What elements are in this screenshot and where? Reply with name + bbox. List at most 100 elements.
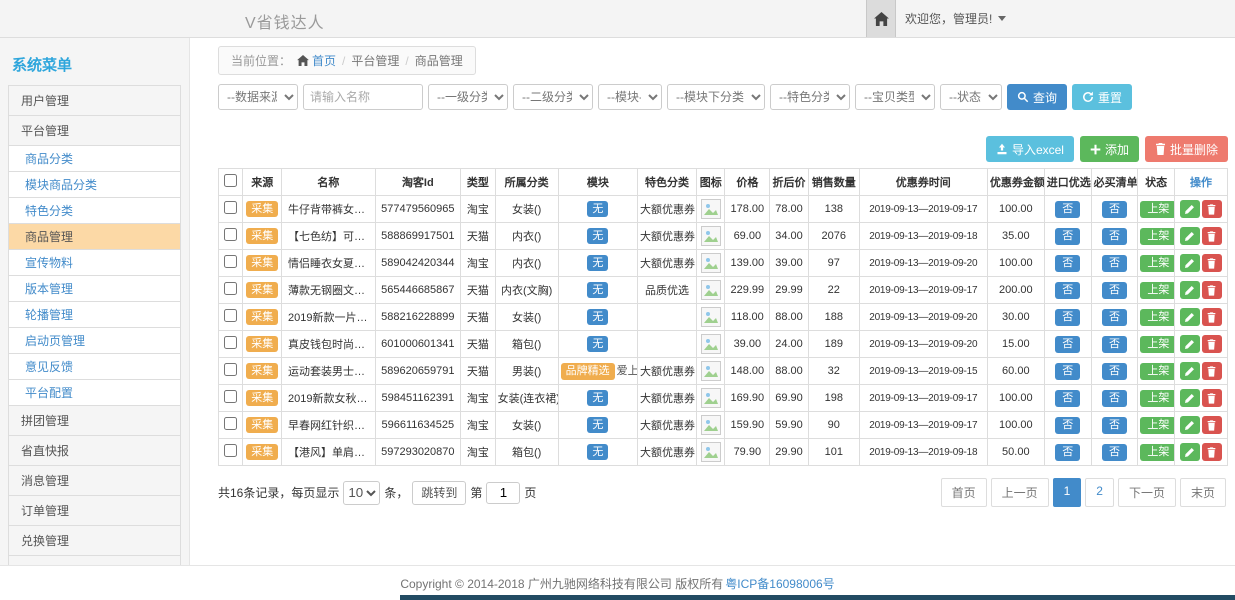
edit-button[interactable] xyxy=(1180,443,1200,461)
must-buy-toggle[interactable]: 否 xyxy=(1102,444,1127,461)
delete-button[interactable] xyxy=(1202,281,1222,299)
import-select-toggle[interactable]: 否 xyxy=(1055,390,1080,407)
delete-button[interactable] xyxy=(1202,308,1222,326)
import-select-toggle[interactable]: 否 xyxy=(1055,363,1080,380)
import-select-toggle[interactable]: 否 xyxy=(1055,228,1080,245)
status-button[interactable]: 上架 xyxy=(1140,282,1174,299)
status-button[interactable]: 上架 xyxy=(1140,309,1174,326)
status-button[interactable]: 上架 xyxy=(1140,417,1174,434)
home-button[interactable] xyxy=(866,0,896,37)
page-input[interactable] xyxy=(486,482,520,504)
data-source-select[interactable]: --数据来源-- xyxy=(218,84,298,110)
must-buy-toggle[interactable]: 否 xyxy=(1102,309,1127,326)
status-button[interactable]: 上架 xyxy=(1140,201,1174,218)
status-button[interactable]: 上架 xyxy=(1140,255,1174,272)
page-button[interactable]: 1 xyxy=(1053,478,1082,507)
select-all-checkbox[interactable] xyxy=(224,174,237,187)
page-button[interactable]: 下一页 xyxy=(1118,478,1176,507)
sidebar-item[interactable]: 平台管理 xyxy=(9,116,180,146)
icp-link[interactable]: 粤ICP备16098006号 xyxy=(725,575,834,592)
must-buy-toggle[interactable]: 否 xyxy=(1102,417,1127,434)
jump-button[interactable]: 跳转到 xyxy=(412,481,466,505)
edit-button[interactable] xyxy=(1180,335,1200,353)
status-button[interactable]: 上架 xyxy=(1140,363,1174,380)
status-button[interactable]: 上架 xyxy=(1140,390,1174,407)
must-buy-toggle[interactable]: 否 xyxy=(1102,228,1127,245)
page-button[interactable]: 上一页 xyxy=(991,478,1049,507)
page-button[interactable]: 末页 xyxy=(1180,478,1226,507)
sidebar-item[interactable]: 拼团管理 xyxy=(9,406,180,436)
import-select-toggle[interactable]: 否 xyxy=(1055,336,1080,353)
row-checkbox[interactable] xyxy=(224,444,237,457)
edit-button[interactable] xyxy=(1180,308,1200,326)
must-buy-toggle[interactable]: 否 xyxy=(1102,336,1127,353)
row-checkbox[interactable] xyxy=(224,228,237,241)
sidebar-item[interactable]: 用户管理 xyxy=(9,86,180,116)
sidebar-item[interactable]: 平台配置 xyxy=(9,380,180,406)
row-checkbox[interactable] xyxy=(224,255,237,268)
edit-button[interactable] xyxy=(1180,254,1200,272)
row-checkbox[interactable] xyxy=(224,390,237,403)
row-checkbox[interactable] xyxy=(224,336,237,349)
sidebar-item[interactable]: 意见反馈 xyxy=(9,354,180,380)
sidebar-item-clipped[interactable] xyxy=(9,556,180,565)
sidebar-item[interactable]: 省直快报 xyxy=(9,436,180,466)
sidebar-item[interactable]: 兑换管理 xyxy=(9,526,180,556)
per-page-select[interactable]: 10 xyxy=(343,481,380,505)
delete-button[interactable] xyxy=(1202,254,1222,272)
sidebar-item[interactable]: 模块商品分类 xyxy=(9,172,180,198)
sidebar-item[interactable]: 商品分类 xyxy=(9,146,180,172)
delete-button[interactable] xyxy=(1202,443,1222,461)
sidebar-item[interactable]: 消息管理 xyxy=(9,466,180,496)
import-excel-button[interactable]: 导入excel xyxy=(986,136,1074,162)
sidebar-item[interactable]: 版本管理 xyxy=(9,276,180,302)
level1-category-select[interactable]: --一级分类-- xyxy=(428,84,508,110)
page-button[interactable]: 2 xyxy=(1085,478,1114,507)
reset-button[interactable]: 重置 xyxy=(1072,84,1132,110)
add-button[interactable]: 添加 xyxy=(1080,136,1139,162)
import-select-toggle[interactable]: 否 xyxy=(1055,417,1080,434)
search-button[interactable]: 查询 xyxy=(1007,84,1067,110)
edit-button[interactable] xyxy=(1180,362,1200,380)
delete-button[interactable] xyxy=(1202,335,1222,353)
sidebar-item[interactable]: 特色分类 xyxy=(9,198,180,224)
import-select-toggle[interactable]: 否 xyxy=(1055,444,1080,461)
feature-category-select[interactable]: --特色分类-- xyxy=(770,84,850,110)
edit-button[interactable] xyxy=(1180,281,1200,299)
row-checkbox[interactable] xyxy=(224,282,237,295)
sidebar-item[interactable]: 商品管理 xyxy=(9,224,180,250)
delete-button[interactable] xyxy=(1202,416,1222,434)
user-menu[interactable]: 欢迎您，管理员! xyxy=(905,0,1006,37)
name-input[interactable] xyxy=(303,84,423,110)
import-select-toggle[interactable]: 否 xyxy=(1055,201,1080,218)
row-checkbox[interactable] xyxy=(224,417,237,430)
sidebar-item[interactable]: 宣传物料 xyxy=(9,250,180,276)
row-checkbox[interactable] xyxy=(224,309,237,322)
must-buy-toggle[interactable]: 否 xyxy=(1102,255,1127,272)
horizontal-scrollbar-thumb[interactable] xyxy=(400,595,1235,600)
batch-delete-button[interactable]: 批量删除 xyxy=(1145,136,1228,162)
item-type-select[interactable]: --宝贝类型-- xyxy=(855,84,935,110)
row-checkbox[interactable] xyxy=(224,201,237,214)
sidebar-item[interactable]: 启动页管理 xyxy=(9,328,180,354)
status-button[interactable]: 上架 xyxy=(1140,444,1174,461)
must-buy-toggle[interactable]: 否 xyxy=(1102,390,1127,407)
delete-button[interactable] xyxy=(1202,362,1222,380)
import-select-toggle[interactable]: 否 xyxy=(1055,309,1080,326)
status-select[interactable]: --状态-- xyxy=(940,84,1002,110)
home-link[interactable]: 首页 xyxy=(312,52,336,69)
delete-button[interactable] xyxy=(1202,200,1222,218)
sidebar-item[interactable]: 订单管理 xyxy=(9,496,180,526)
edit-button[interactable] xyxy=(1180,416,1200,434)
module-sub-category-select[interactable]: --模块下分类-- xyxy=(667,84,765,110)
module-select[interactable]: --模块-- xyxy=(598,84,662,110)
edit-button[interactable] xyxy=(1180,389,1200,407)
must-buy-toggle[interactable]: 否 xyxy=(1102,282,1127,299)
status-button[interactable]: 上架 xyxy=(1140,228,1174,245)
must-buy-toggle[interactable]: 否 xyxy=(1102,363,1127,380)
import-select-toggle[interactable]: 否 xyxy=(1055,282,1080,299)
status-button[interactable]: 上架 xyxy=(1140,336,1174,353)
level2-category-select[interactable]: --二级分类-- xyxy=(513,84,593,110)
row-checkbox[interactable] xyxy=(224,363,237,376)
edit-button[interactable] xyxy=(1180,200,1200,218)
